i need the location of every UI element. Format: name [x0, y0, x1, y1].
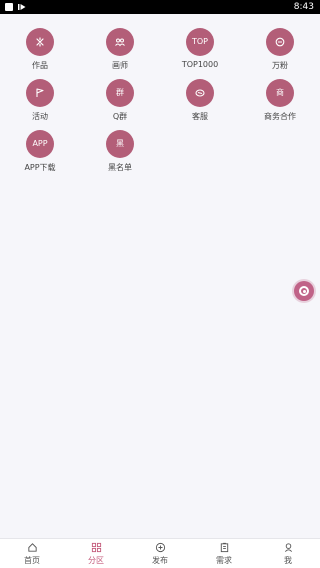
floating-assist-button[interactable] — [294, 281, 314, 301]
clipboard-icon — [220, 542, 228, 552]
service-icon — [186, 79, 214, 107]
media-play-icon — [18, 4, 26, 10]
category-customer-service[interactable]: 客服 — [160, 79, 240, 129]
category-blacklist[interactable]: 黑 黑名单 — [80, 130, 160, 180]
user-icon — [284, 542, 292, 552]
category-label: 作品 — [32, 61, 48, 70]
category-artists[interactable]: 画师 — [80, 28, 160, 78]
category-label: 黑名单 — [108, 163, 132, 172]
category-app-download[interactable]: APP APP下载 — [0, 130, 80, 180]
blacklist-icon: 黑 — [106, 130, 134, 158]
category-label: 商务合作 — [264, 112, 296, 121]
home-icon — [27, 542, 37, 552]
top-icon: TOP — [186, 28, 214, 56]
category-label: 画师 — [112, 61, 128, 70]
tab-me[interactable]: 我 — [256, 539, 320, 568]
flag-icon — [26, 79, 54, 107]
tab-categories[interactable]: 分区 — [64, 539, 128, 568]
people-icon — [106, 28, 134, 56]
business-icon: 商 — [266, 79, 294, 107]
category-business[interactable]: 商 商务合作 — [240, 79, 320, 129]
grid-icon — [91, 542, 101, 552]
tab-publish[interactable]: 发布 — [128, 539, 192, 568]
group-icon: 群 — [106, 79, 134, 107]
status-time: 8:43 — [293, 2, 314, 12]
category-label: 万粉 — [272, 61, 288, 70]
category-label: APP下载 — [24, 163, 56, 172]
category-label: 客服 — [192, 112, 208, 121]
category-label: Q群 — [112, 112, 128, 121]
category-10k-fans[interactable]: 万粉 — [240, 28, 320, 78]
target-icon — [299, 286, 309, 296]
notification-square-icon — [5, 3, 13, 11]
category-top1000[interactable]: TOP TOP1000 — [160, 28, 240, 78]
tab-home[interactable]: 首页 — [0, 539, 64, 568]
category-qq-group[interactable]: 群 Q群 — [80, 79, 160, 129]
category-label: 活动 — [32, 112, 48, 121]
sparkle-icon — [26, 28, 54, 56]
category-label: TOP1000 — [181, 60, 219, 69]
tab-requests[interactable]: 需求 — [192, 539, 256, 568]
status-bar: 8:43 — [0, 0, 320, 14]
bottom-tab-bar: 首页 分区 发布 需求 我 — [0, 538, 320, 568]
category-activity[interactable]: 活动 — [0, 79, 80, 129]
plus-circle-icon — [155, 542, 165, 552]
category-works[interactable]: 作品 — [0, 28, 80, 78]
chat-bubble-icon — [266, 28, 294, 56]
app-icon: APP — [26, 130, 54, 158]
